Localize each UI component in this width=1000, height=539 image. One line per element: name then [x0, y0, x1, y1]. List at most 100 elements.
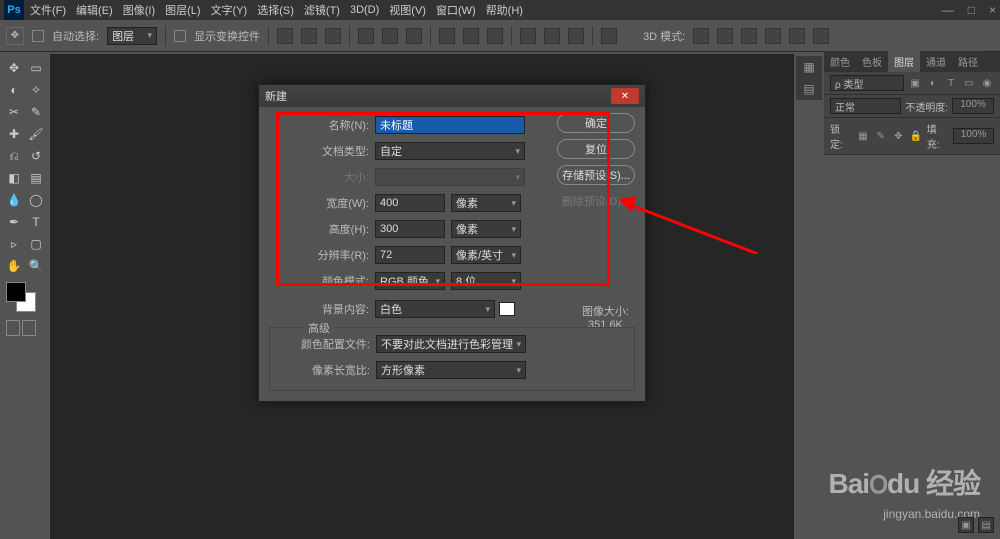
dist-icon-6[interactable]: [568, 28, 584, 44]
width-unit[interactable]: 像素: [451, 194, 521, 212]
tab-paths[interactable]: 路径: [952, 51, 984, 72]
wand-tool[interactable]: ✧: [26, 80, 46, 100]
profile-select[interactable]: 不要对此文档进行色彩管理: [376, 335, 526, 353]
align-icon-1[interactable]: [277, 28, 293, 44]
save-preset-button[interactable]: 存储预设(S)...: [557, 165, 635, 185]
type-tool[interactable]: T: [26, 212, 46, 232]
lasso-tool[interactable]: ◐: [4, 80, 24, 100]
ok-button[interactable]: 确定: [557, 113, 635, 133]
gradient-tool[interactable]: ▤: [26, 168, 46, 188]
preset-select[interactable]: 自定: [375, 142, 525, 160]
eyedropper-tool[interactable]: ✎: [26, 102, 46, 122]
mode-select[interactable]: RGB 颜色: [375, 272, 445, 290]
align-icon-2[interactable]: [301, 28, 317, 44]
menu-help[interactable]: 帮助(H): [486, 2, 523, 18]
dist-icon-7[interactable]: [601, 28, 617, 44]
blur-tool[interactable]: 💧: [4, 190, 24, 210]
actions-panel-icon[interactable]: ▤: [796, 78, 822, 100]
zoom-tool[interactable]: 🔍: [26, 256, 46, 276]
tab-channels[interactable]: 通道: [920, 51, 952, 72]
menu-3d[interactable]: 3D(D): [350, 4, 379, 16]
width-input[interactable]: [375, 194, 445, 212]
corner-icon-1[interactable]: ▣: [958, 517, 974, 533]
height-unit[interactable]: 像素: [451, 220, 521, 238]
shape-tool[interactable]: ▢: [26, 234, 46, 254]
stamp-tool[interactable]: ⎌: [4, 146, 24, 166]
tab-swatches[interactable]: 色板: [856, 51, 888, 72]
eraser-tool[interactable]: ◧: [4, 168, 24, 188]
filter-icon-3[interactable]: T: [944, 76, 958, 90]
3d-icon-2[interactable]: [717, 28, 733, 44]
dist-icon-1[interactable]: [439, 28, 455, 44]
bg-select[interactable]: 白色: [375, 300, 495, 318]
pen-tool[interactable]: ✒: [4, 212, 24, 232]
minimize-icon[interactable]: —: [942, 3, 954, 17]
align-icon-3[interactable]: [325, 28, 341, 44]
align-icon-4[interactable]: [358, 28, 374, 44]
dodge-tool[interactable]: ◯: [26, 190, 46, 210]
aspect-select[interactable]: 方形像素: [376, 361, 526, 379]
reset-button[interactable]: 复位: [557, 139, 635, 159]
3d-icon-1[interactable]: [693, 28, 709, 44]
3d-icon-6[interactable]: [813, 28, 829, 44]
marquee-tool[interactable]: ▭: [26, 58, 46, 78]
filter-icon-4[interactable]: ▭: [962, 76, 976, 90]
filter-icon-2[interactable]: ◐: [926, 76, 940, 90]
hand-tool[interactable]: ✋: [4, 256, 24, 276]
dist-icon-5[interactable]: [544, 28, 560, 44]
opacity-input[interactable]: 100%: [952, 98, 994, 114]
name-input[interactable]: [375, 116, 525, 134]
dist-icon-3[interactable]: [487, 28, 503, 44]
fg-color[interactable]: [6, 282, 26, 302]
menu-image[interactable]: 图像(I): [123, 2, 155, 18]
tab-color[interactable]: 颜色: [824, 51, 856, 72]
bg-color-preview[interactable]: [499, 302, 515, 316]
history-tool[interactable]: ↺: [26, 146, 46, 166]
depth-select[interactable]: 8 位: [451, 272, 521, 290]
menu-file[interactable]: 文件(F): [30, 2, 66, 18]
kind-filter[interactable]: ρ 类型: [830, 75, 904, 91]
menu-layer[interactable]: 图层(L): [165, 2, 200, 18]
maximize-icon[interactable]: □: [968, 3, 975, 17]
menu-view[interactable]: 视图(V): [389, 2, 426, 18]
close-icon[interactable]: ×: [989, 3, 996, 17]
menu-filter[interactable]: 滤镜(T): [304, 2, 340, 18]
corner-icon-2[interactable]: ▤: [978, 517, 994, 533]
fill-input[interactable]: 100%: [953, 128, 994, 144]
path-tool[interactable]: ▹: [4, 234, 24, 254]
3d-icon-3[interactable]: [741, 28, 757, 44]
move-tool-icon[interactable]: ✥: [6, 27, 24, 45]
filter-icon-1[interactable]: ▣: [908, 76, 922, 90]
dialog-titlebar[interactable]: 新建 ✕: [259, 85, 645, 107]
lock-pos-icon[interactable]: ✥: [891, 129, 905, 143]
quickmask-icons[interactable]: [6, 320, 36, 338]
res-input[interactable]: [375, 246, 445, 264]
autoselect-target[interactable]: 图层: [107, 27, 157, 45]
heal-tool[interactable]: ✚: [4, 124, 24, 144]
align-icon-6[interactable]: [406, 28, 422, 44]
brush-tool[interactable]: 🖌: [26, 124, 46, 144]
menu-window[interactable]: 窗口(W): [436, 2, 476, 18]
menu-type[interactable]: 文字(Y): [211, 2, 248, 18]
dist-icon-2[interactable]: [463, 28, 479, 44]
lock-all-icon[interactable]: 🔒: [909, 129, 923, 143]
transform-checkbox[interactable]: [174, 30, 186, 42]
move-tool[interactable]: ✥: [4, 58, 24, 78]
autoselect-checkbox[interactable]: [32, 30, 44, 42]
tab-layers[interactable]: 图层: [888, 51, 920, 72]
color-swatch[interactable]: [6, 282, 36, 312]
filter-icon-5[interactable]: ◉: [980, 76, 994, 90]
dist-icon-4[interactable]: [520, 28, 536, 44]
dialog-close-icon[interactable]: ✕: [611, 88, 639, 104]
3d-icon-5[interactable]: [789, 28, 805, 44]
height-input[interactable]: [375, 220, 445, 238]
lock-brush-icon[interactable]: ✎: [874, 129, 888, 143]
3d-icon-4[interactable]: [765, 28, 781, 44]
lock-pixels-icon[interactable]: ▦: [856, 129, 870, 143]
history-panel-icon[interactable]: ▦: [796, 56, 822, 78]
res-unit[interactable]: 像素/英寸: [451, 246, 521, 264]
menu-edit[interactable]: 编辑(E): [76, 2, 113, 18]
crop-tool[interactable]: ✂: [4, 102, 24, 122]
blend-select[interactable]: 正常: [830, 98, 901, 114]
collapsed-panels[interactable]: ▦ ▤: [796, 56, 822, 100]
